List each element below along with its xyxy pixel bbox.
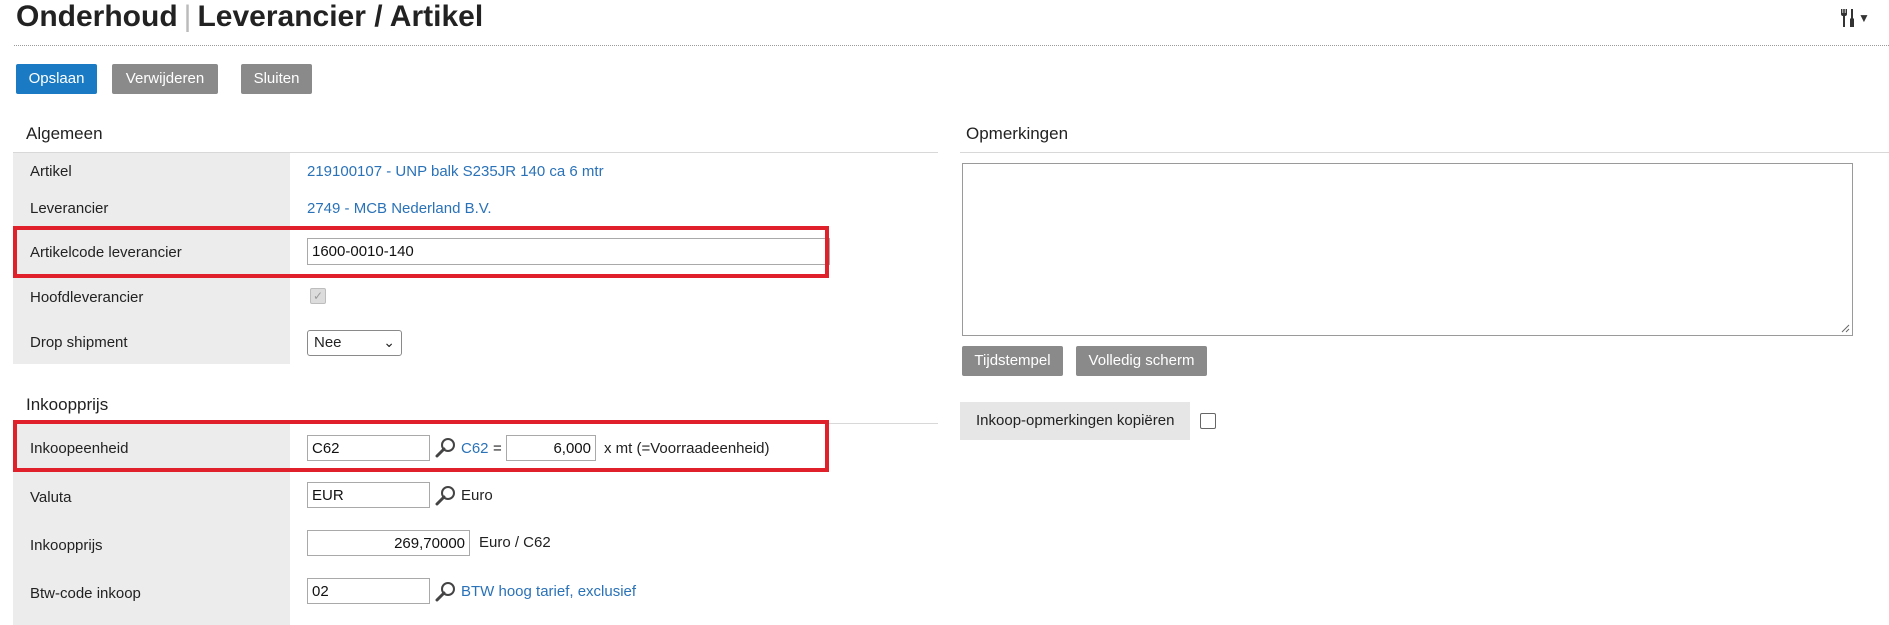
copy-remarks-checkbox[interactable] (1200, 413, 1216, 429)
leverancier-label: Leverancier (30, 200, 109, 217)
search-icon[interactable] (435, 580, 457, 602)
leverancier-link[interactable]: 2749 - MCB Nederland B.V. (307, 200, 492, 217)
highlight-box-artikelcode (13, 226, 829, 278)
opmerkingen-textarea[interactable] (962, 163, 1853, 336)
highlight-box-inkoopeenheid (13, 420, 829, 472)
fullscreen-button[interactable]: Volledig scherm (1076, 346, 1207, 376)
header-divider (14, 45, 1889, 46)
btw-code-label: Btw-code inkoop (30, 585, 141, 602)
resize-grip-icon[interactable] (1840, 323, 1850, 333)
copy-remarks-label: Inkoop-opmerkingen kopiëren (960, 402, 1190, 440)
hoofdleverancier-checkbox[interactable]: ✓ (310, 288, 326, 304)
save-button[interactable]: Opslaan (16, 64, 97, 94)
search-icon[interactable] (435, 484, 457, 506)
drop-shipment-label: Drop shipment (30, 334, 128, 351)
page-title: Onderhoud | Leverancier / Artikel (16, 0, 483, 34)
section-title-inkoopprijs: Inkoopprijs (26, 395, 109, 414)
chevron-down-icon: ▼ (1858, 11, 1870, 26)
btw-code-link[interactable]: BTW hoog tarief, exclusief (461, 583, 636, 600)
artikel-label: Artikel (30, 163, 72, 180)
tools-menu[interactable]: ▼ (1838, 4, 1870, 30)
title-separator: | (183, 0, 192, 33)
valuta-input[interactable] (307, 482, 430, 508)
section-divider-opmerkingen (960, 152, 1889, 153)
drop-shipment-select[interactable]: Nee ⌄ (307, 330, 402, 356)
inkoopprijs-label: Inkoopprijs (30, 537, 103, 554)
inkoopprijs-suffix: Euro / C62 (479, 534, 551, 551)
delete-button[interactable]: Verwijderen (112, 64, 218, 94)
btw-code-input[interactable] (307, 578, 430, 604)
section-title-algemeen: Algemeen (26, 124, 103, 143)
drop-shipment-value: Nee (314, 334, 342, 351)
inkoopprijs-input[interactable] (307, 530, 470, 556)
chevron-down-icon: ⌄ (383, 334, 395, 350)
page-title-part1: Onderhoud (16, 0, 178, 33)
page-title-part2: Leverancier / Artikel (197, 0, 484, 33)
valuta-label: Valuta (30, 489, 72, 506)
valuta-description: Euro (461, 487, 493, 504)
wrench-screwdriver-icon (1841, 9, 1854, 28)
close-button[interactable]: Sluiten (241, 64, 312, 94)
artikel-link[interactable]: 219100107 - UNP balk S235JR 140 ca 6 mtr (307, 163, 604, 180)
timestamp-button[interactable]: Tijdstempel (962, 346, 1063, 376)
section-title-opmerkingen: Opmerkingen (966, 124, 1069, 143)
hoofdleverancier-label: Hoofdleverancier (30, 289, 144, 306)
